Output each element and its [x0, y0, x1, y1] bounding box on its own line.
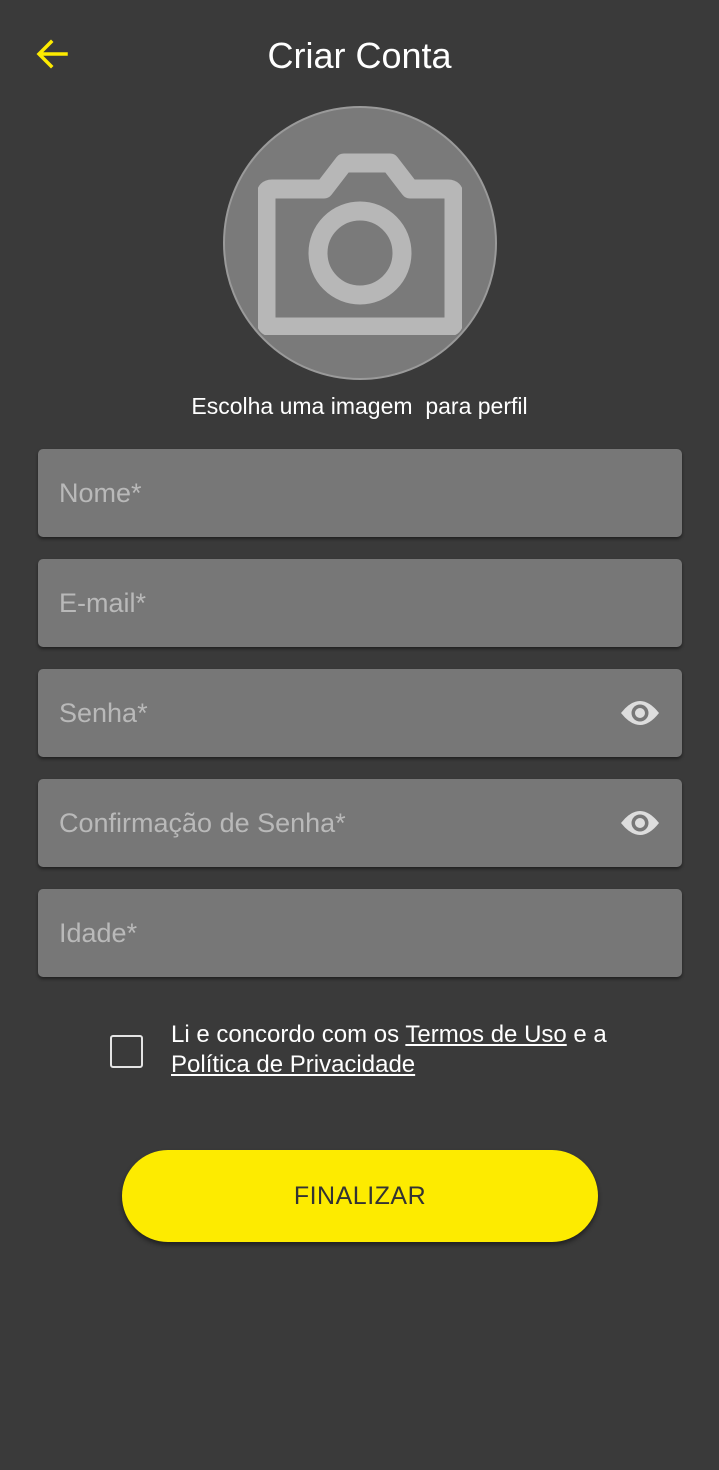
name-field-container [38, 449, 682, 537]
confirm-password-field-container [38, 779, 682, 867]
terms-text: Li e concordo com os Termos de Uso e a P… [171, 1020, 671, 1080]
terms-checkbox[interactable] [110, 1035, 143, 1068]
finalize-button[interactable]: FINALIZAR [122, 1150, 598, 1242]
password-input[interactable] [38, 669, 682, 757]
confirm-password-input[interactable] [38, 779, 682, 867]
profile-image-picker[interactable] [223, 106, 497, 380]
privacy-policy-link[interactable]: Política de Privacidade [171, 1051, 415, 1078]
terms-of-use-link[interactable]: Termos de Uso [405, 1021, 566, 1048]
eye-icon [621, 811, 659, 835]
password-visibility-toggle[interactable] [620, 695, 660, 731]
name-input[interactable] [38, 449, 682, 537]
page-title: Criar Conta [267, 35, 452, 76]
terms-middle: e a [566, 1021, 607, 1048]
camera-icon [258, 153, 462, 335]
age-input[interactable] [38, 889, 682, 977]
email-field-container [38, 559, 682, 647]
password-field-container [38, 669, 682, 757]
terms-prefix: Li e concordo com os [171, 1021, 406, 1048]
confirm-password-visibility-toggle[interactable] [620, 805, 660, 841]
eye-icon [621, 701, 659, 725]
age-field-container [38, 889, 682, 977]
profile-image-caption: Escolha uma imagem para perfil [191, 393, 528, 419]
create-account-screen: Criar Conta Escolha uma imagem para perf… [0, 0, 719, 1470]
email-input[interactable] [38, 559, 682, 647]
